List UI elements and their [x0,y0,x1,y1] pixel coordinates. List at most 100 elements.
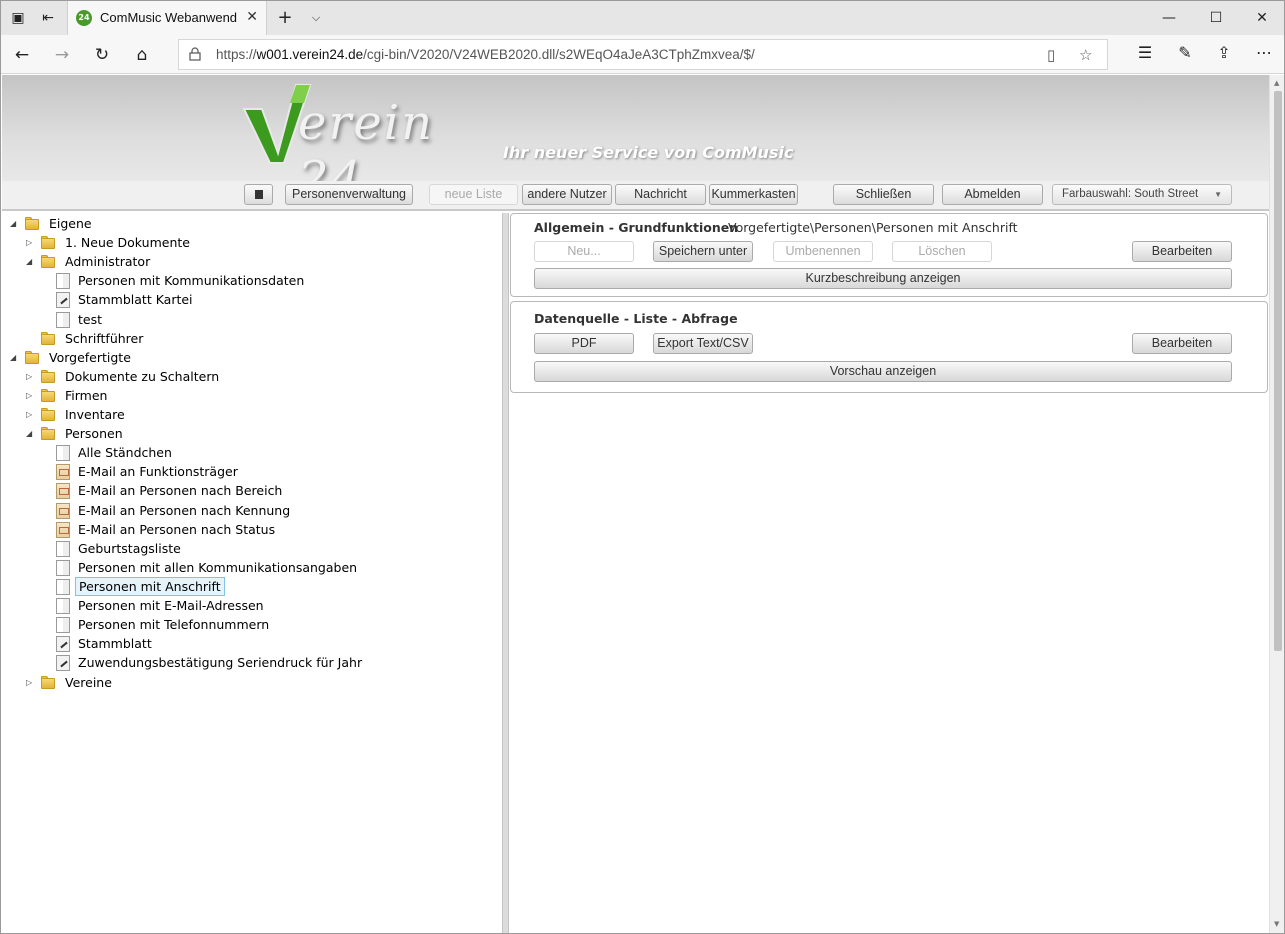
favorites-icon[interactable]: ☰ [1134,43,1156,62]
kurzbeschreibung-button[interactable]: Kurzbeschreibung anzeigen [534,268,1232,289]
document-icon [56,598,70,614]
folder-icon [40,235,56,250]
expand-icon[interactable]: ▷ [26,387,36,405]
maximize-icon[interactable]: ☐ [1193,7,1239,29]
refresh-icon[interactable]: ↻ [91,44,113,66]
tree-label[interactable]: Stammblatt [75,635,155,653]
minimize-icon[interactable]: — [1146,7,1192,29]
expand-icon[interactable]: ▷ [26,406,36,424]
browser-tab[interactable]: 24 ComMusic Webanwend ✕ [67,1,267,35]
collapse-icon[interactable]: ◢ [10,349,20,367]
home-icon[interactable]: ⌂ [131,44,153,66]
detail-panel: Allgemein - Grundfunktionen Vorgefertigt… [509,213,1269,933]
tree-label[interactable]: Inventare [62,406,128,424]
tree-label[interactable]: Vereine [62,674,115,692]
tree-label[interactable]: E-Mail an Personen nach Kennung [75,502,293,520]
andere-nutzer-button[interactable]: andere Nutzer [522,184,612,205]
close-window-icon[interactable]: ✕ [1239,7,1284,29]
menu-toggle-button[interactable] [244,184,273,205]
tree-label[interactable]: Administrator [62,253,153,271]
schliessen-button[interactable]: Schließen [833,184,934,205]
expand-icon[interactable]: ▷ [26,674,36,692]
new-tab-icon[interactable]: + [276,9,294,27]
export-csv-button[interactable]: Export Text/CSV [653,333,753,354]
favorite-star-icon[interactable]: ☆ [1079,46,1092,64]
document-icon [56,311,70,328]
more-menu-icon[interactable]: ⋯ [1253,43,1275,62]
expand-icon[interactable]: ▷ [26,234,36,252]
tree-label[interactable]: Schriftführer [62,330,146,348]
tree-label[interactable]: Personen mit E-Mail-Adressen [75,597,267,615]
document-path: Vorgefertigte\Personen\Personen mit Ansc… [728,220,1018,235]
tree-label[interactable]: Eigene [46,215,95,233]
document-icon [56,273,70,290]
bearbeiten-button[interactable]: Bearbeiten [1132,241,1232,262]
tree-label[interactable]: Personen mit allen Kommunikationsangaben [75,559,360,577]
folder-icon [40,426,56,441]
tree-label[interactable]: E-Mail an Personen nach Bereich [75,482,285,500]
mail-document-icon [56,502,70,519]
farbauswahl-select[interactable]: Farbauswahl: South Street ▼ [1052,184,1232,205]
tabs-aside-icon[interactable]: ⇤ [39,9,57,27]
tree-label[interactable]: E-Mail an Funktionsträger [75,463,241,481]
scroll-up-icon[interactable]: ▲ [1274,79,1279,87]
lock-icon [189,47,201,61]
expand-icon[interactable]: ▷ [26,368,36,386]
personenverwaltung-button[interactable]: Personenverwaltung [285,184,413,205]
neu-button[interactable]: Neu... [534,241,634,262]
speichern-unter-button[interactable]: Speichern unter [653,241,753,262]
section-title: Allgemein - Grundfunktionen [534,220,739,235]
folder-icon [40,675,56,690]
tree-label[interactable]: 1. Neue Dokumente [62,234,193,252]
nachricht-button[interactable]: Nachricht [615,184,706,205]
section-title: Datenquelle - Liste - Abfrage [534,311,738,326]
section-grundfunktionen: Allgemein - Grundfunktionen Vorgefertigt… [510,213,1268,297]
url-field[interactable]: https://w001.verein24.de/cgi-bin/V2020/V… [178,39,1108,70]
tree-label[interactable]: Personen mit Telefonnummern [75,616,272,634]
document-icon [56,578,70,595]
abmelden-button[interactable]: Abmelden [942,184,1043,205]
folder-icon [40,254,56,269]
tree-label[interactable]: Geburtstagsliste [75,540,184,558]
share-icon[interactable]: ⇪ [1213,43,1235,62]
tree-label[interactable]: Vorgefertigte [46,349,134,367]
loeschen-button[interactable]: Löschen [892,241,992,262]
collapse-icon[interactable]: ◢ [26,253,36,271]
tree-label[interactable]: Personen mit Anschrift [75,576,225,596]
tab-list-chevron-icon[interactable]: ⌵ [307,9,325,27]
forward-icon[interactable]: → [51,44,73,66]
scroll-down-icon[interactable]: ▼ [1274,920,1279,928]
folder-icon [40,407,56,422]
umbenennen-button[interactable]: Umbenennen [773,241,873,262]
kummerkasten-button[interactable]: Kummerkasten [709,184,798,205]
address-toolbar: ← → ↻ ⌂ https://w001.verein24.de/cgi-bin… [1,35,1284,74]
neue-liste-button[interactable]: neue Liste [429,184,518,205]
tree-label[interactable]: Stammblatt Kartei [75,291,196,309]
collapse-icon[interactable]: ◢ [10,215,20,233]
close-tab-icon[interactable]: ✕ [246,9,258,25]
tree-label[interactable]: Personen [62,425,126,443]
url-text: https://w001.verein24.de/cgi-bin/V2020/V… [216,47,755,62]
vertical-scrollbar[interactable]: ▲ ▼ [1269,75,1284,933]
scrollbar-thumb[interactable] [1274,91,1282,651]
reading-view-icon[interactable]: ▯ [1047,46,1055,64]
document-tree: ◢ Eigene ▷ 1. Neue Dokumente ◢ Administrator P… [2,213,502,933]
back-icon[interactable]: ← [11,44,33,66]
folder-icon [40,388,56,403]
site-header: erein 24 Ihr neuer Service von ComMusic [2,75,1269,207]
tree-label[interactable]: Alle Ständchen [75,444,175,462]
bearbeiten-button[interactable]: Bearbeiten [1132,333,1232,354]
farbauswahl-value: Farbauswahl: South Street [1062,188,1199,200]
tree-label[interactable]: Personen mit Kommunikationsdaten [75,272,307,290]
collapse-icon[interactable]: ◢ [26,425,36,443]
pen-notes-icon[interactable]: ✎ [1174,43,1196,62]
tree-label[interactable]: test [75,311,105,329]
vorschau-button[interactable]: Vorschau anzeigen [534,361,1232,382]
pdf-button[interactable]: PDF [534,333,634,354]
tree-label[interactable]: Firmen [62,387,110,405]
tree-label[interactable]: Dokumente zu Schaltern [62,368,222,386]
panel-splitter[interactable] [502,213,509,933]
tree-label[interactable]: Zuwendungsbestätigung Seriendruck für Ja… [75,654,365,672]
tab-actions-icon[interactable]: ▣ [9,9,27,27]
tree-label[interactable]: E-Mail an Personen nach Status [75,521,278,539]
